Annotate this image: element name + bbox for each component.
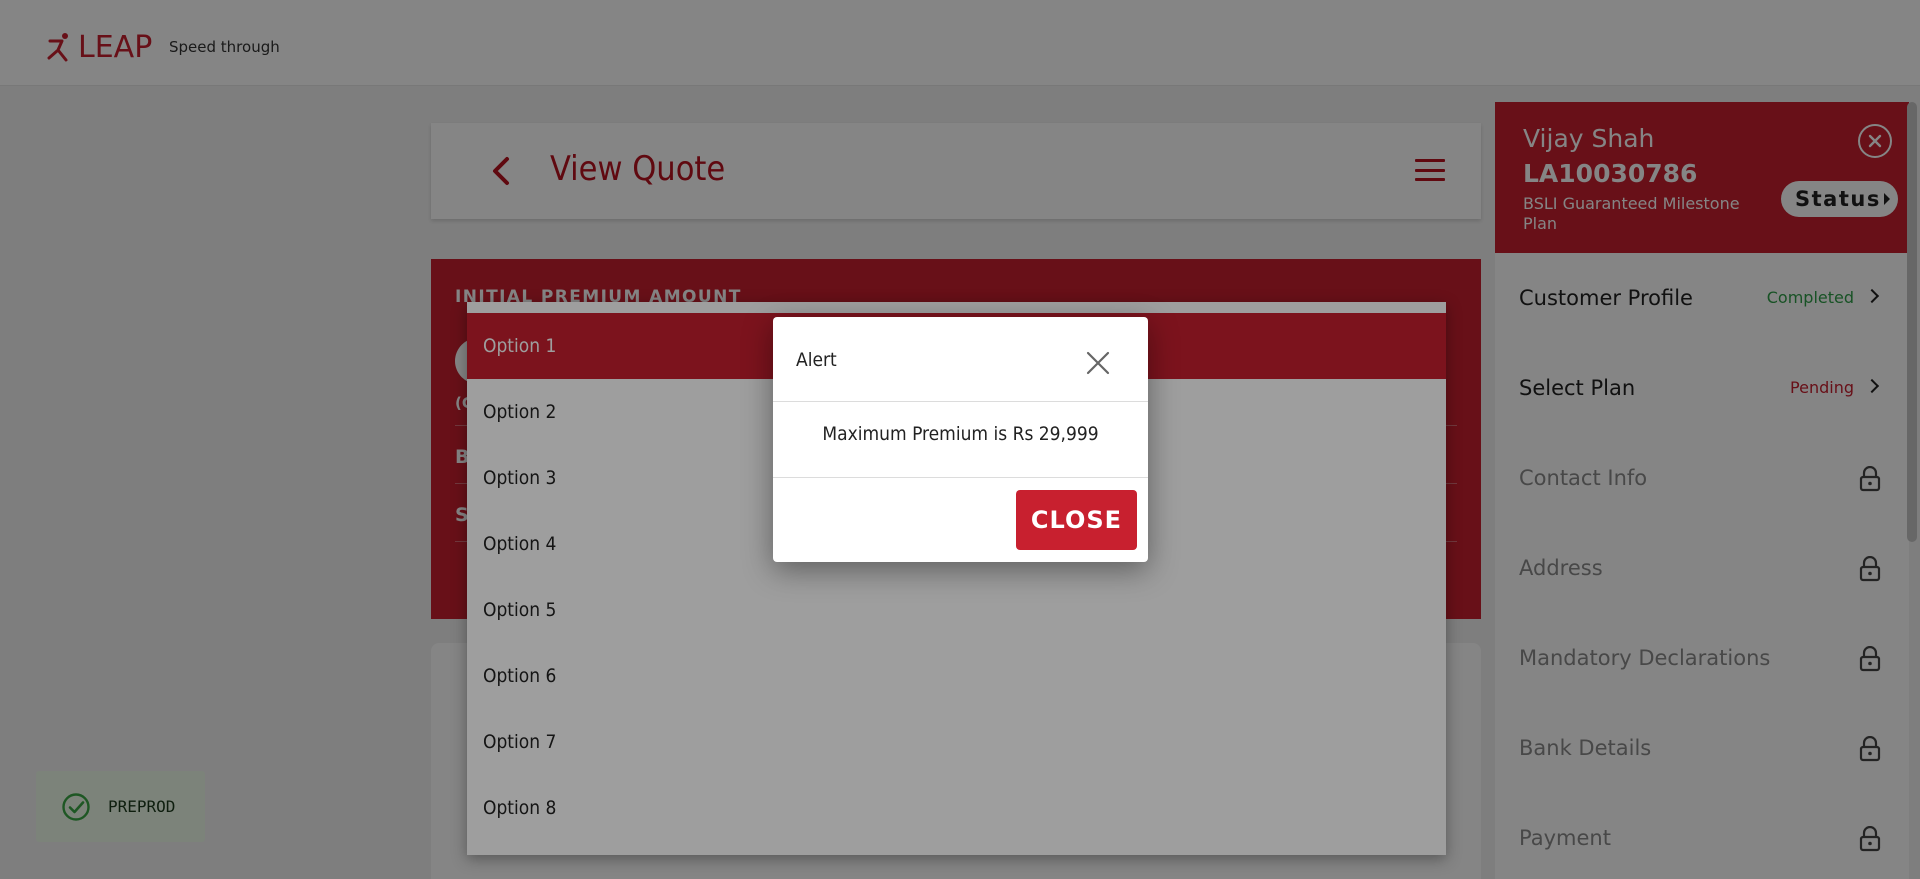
dropdown-option[interactable]: Option 6 [467,643,1446,709]
alert-dialog: Alert Maximum Premium is Rs 29,999 CLOSE [773,317,1148,562]
alert-title: Alert [796,349,837,371]
alert-message: Maximum Premium is Rs 29,999 [822,423,1099,445]
close-button[interactable]: CLOSE [1016,490,1137,550]
dropdown-option[interactable]: Option 5 [467,577,1446,643]
alert-divider [773,401,1148,402]
alert-divider [773,477,1148,478]
close-icon[interactable] [1085,350,1111,376]
dropdown-option[interactable]: Option 8 [467,775,1446,841]
dropdown-option[interactable]: Option 7 [467,709,1446,775]
